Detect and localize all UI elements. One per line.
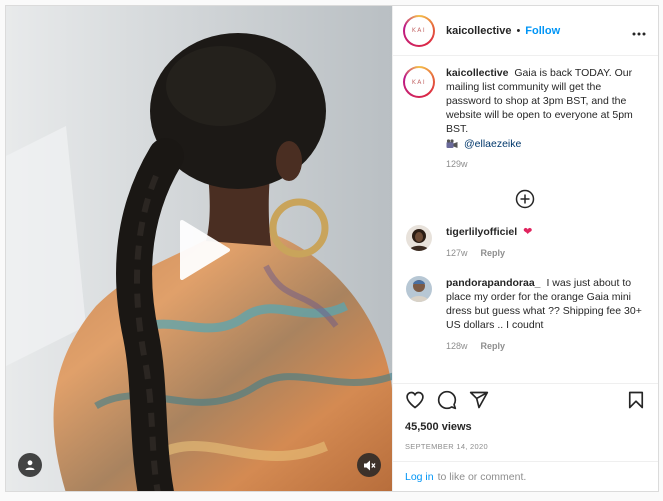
avatar-label: KAI <box>405 16 433 45</box>
caption: KAI kaicollective Gaia is back TODAY. Ou… <box>403 66 646 169</box>
post-dialog: KAI kaicollective • Follow KAI kaicollec… <box>5 5 659 492</box>
more-horizontal-icon <box>632 32 646 35</box>
credit-mention-link[interactable]: @ellaezeike <box>464 138 521 150</box>
caption-username[interactable]: kaicollective <box>446 67 508 79</box>
login-prompt: Log in to like or comment. <box>393 461 658 491</box>
login-prompt-text: to like or comment. <box>437 470 527 483</box>
caption-time[interactable]: 129w <box>446 159 468 169</box>
login-link[interactable]: Log in <box>405 471 434 483</box>
user-tag-icon <box>25 460 35 470</box>
play-icon <box>180 220 230 280</box>
more-options-button[interactable] <box>632 23 646 39</box>
commenter-username[interactable]: tigerlilyofficiel <box>446 226 517 238</box>
video-player[interactable] <box>6 6 392 491</box>
commenter-photo <box>406 276 432 302</box>
post-sidebar: KAI kaicollective • Follow KAI kaicollec… <box>392 6 658 491</box>
commenter-avatar[interactable] <box>406 276 432 302</box>
share-icon[interactable] <box>469 390 489 410</box>
commenter-photo <box>406 225 432 251</box>
heart-icon[interactable] <box>405 390 425 410</box>
author-username[interactable]: kaicollective <box>446 25 511 37</box>
post-header: KAI kaicollective • Follow <box>393 6 658 56</box>
comment-time[interactable]: 128w <box>446 341 468 351</box>
reply-button[interactable]: Reply <box>481 248 506 258</box>
action-bar <box>393 383 658 415</box>
comment-item: tigerlilyofficiel ❤ 127w Reply <box>403 225 646 258</box>
post-date[interactable]: September 14, 2020 <box>393 433 658 451</box>
author-avatar[interactable]: KAI <box>403 14 435 47</box>
view-count[interactable]: 45,500 views <box>393 415 658 433</box>
movie-camera-emoji <box>446 139 458 148</box>
commenter-avatar[interactable] <box>406 225 432 251</box>
tagged-users-button[interactable] <box>18 453 42 477</box>
comment-icon[interactable] <box>437 390 457 410</box>
mute-button[interactable] <box>357 453 381 477</box>
red-heart-emoji: ❤ <box>523 226 533 238</box>
mute-icon <box>363 460 376 470</box>
load-more-comments-button[interactable] <box>515 189 535 209</box>
follow-button[interactable]: Follow <box>525 25 560 37</box>
comment-time[interactable]: 127w <box>446 248 468 258</box>
load-more <box>403 189 646 209</box>
separator-dot: • <box>516 24 521 37</box>
comment-item: pandorapandoraa_ I was just about to pla… <box>403 276 646 351</box>
caption-avatar[interactable]: KAI <box>403 66 435 98</box>
commenter-username[interactable]: pandorapandoraa_ <box>446 277 541 289</box>
play-button[interactable] <box>174 218 234 282</box>
reply-button[interactable]: Reply <box>481 341 506 351</box>
bookmark-icon[interactable] <box>626 390 646 410</box>
comments-list[interactable]: KAI kaicollective Gaia is back TODAY. Ou… <box>393 56 658 383</box>
avatar-label: KAI <box>405 68 433 96</box>
